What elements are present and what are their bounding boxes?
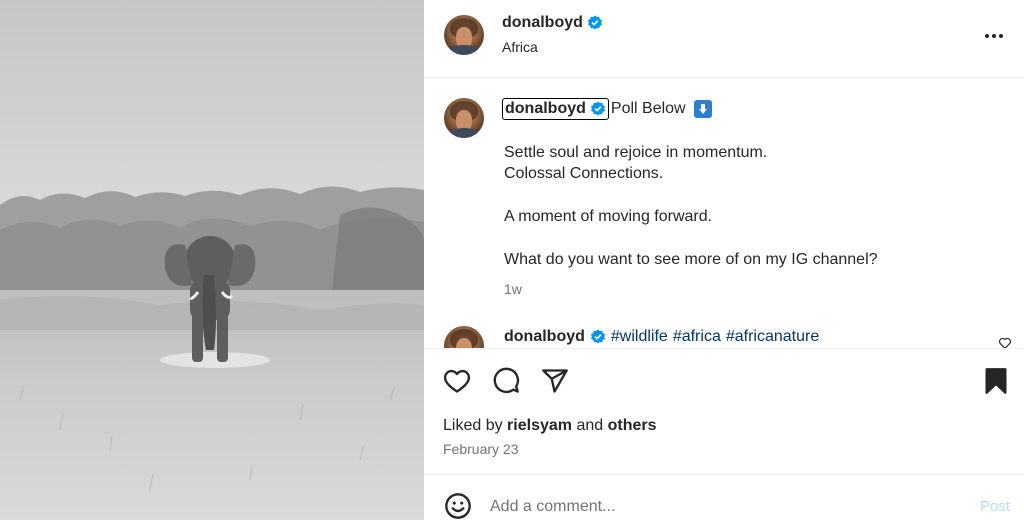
caption-line: Colossal Connections.	[504, 165, 664, 182]
liked-by-user-link[interactable]: rielsyam	[507, 417, 572, 434]
caption-line: What do you want to see more of on my IG…	[504, 251, 878, 268]
comment-like-icon[interactable]	[998, 336, 1012, 348]
post-date[interactable]: February 23	[443, 441, 518, 457]
likes-connector: and	[576, 417, 604, 434]
verified-badge-icon	[587, 15, 602, 30]
hashtag-link[interactable]: #wildlife	[611, 328, 668, 346]
avatar[interactable]	[444, 326, 484, 348]
likes-summary: Liked by rielsyam and others	[443, 417, 657, 435]
post-photo[interactable]	[0, 0, 424, 520]
share-icon[interactable]	[541, 367, 569, 395]
verified-badge-icon	[590, 329, 605, 344]
likes-others-link[interactable]: others	[608, 417, 657, 434]
caption-line: A moment of moving forward.	[504, 208, 713, 225]
caption-title: Poll Below	[610, 100, 686, 117]
header-user: donalboyd	[502, 14, 603, 32]
caption-text: Settle soul and rejoice in momentum. Col…	[504, 142, 878, 270]
avatar[interactable]	[444, 15, 484, 55]
elephant-photo-image	[0, 0, 424, 520]
post-actions: Liked by rielsyam and others February 23	[424, 348, 1024, 474]
verified-badge-icon	[590, 101, 605, 116]
hashtag-link[interactable]: #africa	[673, 328, 721, 346]
likes-prefix: Liked by	[443, 417, 503, 434]
more-options-icon[interactable]	[982, 24, 1006, 48]
location-link[interactable]: Africa	[502, 39, 538, 55]
comment-username[interactable]: donalboyd	[504, 328, 585, 346]
comments-section: donalboyd Poll Below Settle soul and rej…	[424, 78, 1024, 348]
add-comment-bar: Post	[424, 474, 1024, 520]
header-username[interactable]: donalboyd	[502, 14, 583, 32]
bookmark-icon[interactable]	[982, 367, 1010, 395]
heart-icon[interactable]	[443, 367, 471, 395]
post-header: donalboyd Africa	[424, 0, 1024, 78]
comment-input[interactable]	[490, 495, 950, 519]
caption-timestamp[interactable]: 1w	[504, 281, 522, 297]
down-arrow-emoji-icon	[693, 100, 712, 118]
post-comment-button[interactable]: Post	[980, 498, 1010, 515]
caption-header: donalboyd Poll Below	[502, 98, 712, 120]
avatar[interactable]	[444, 98, 484, 138]
emoji-icon[interactable]	[444, 492, 472, 520]
caption-username: donalboyd	[505, 100, 586, 117]
caption-line: Settle soul and rejoice in momentum.	[504, 144, 768, 161]
post-detail-panel: donalboyd Africa donalboyd Poll Below Se…	[424, 0, 1024, 520]
hashtag-link[interactable]: #africanature	[726, 328, 819, 346]
comment-line: donalboyd #wildlife #africa #africanatur…	[504, 328, 819, 346]
caption-username-link[interactable]: donalboyd	[502, 98, 609, 120]
comment-icon[interactable]	[492, 367, 520, 395]
